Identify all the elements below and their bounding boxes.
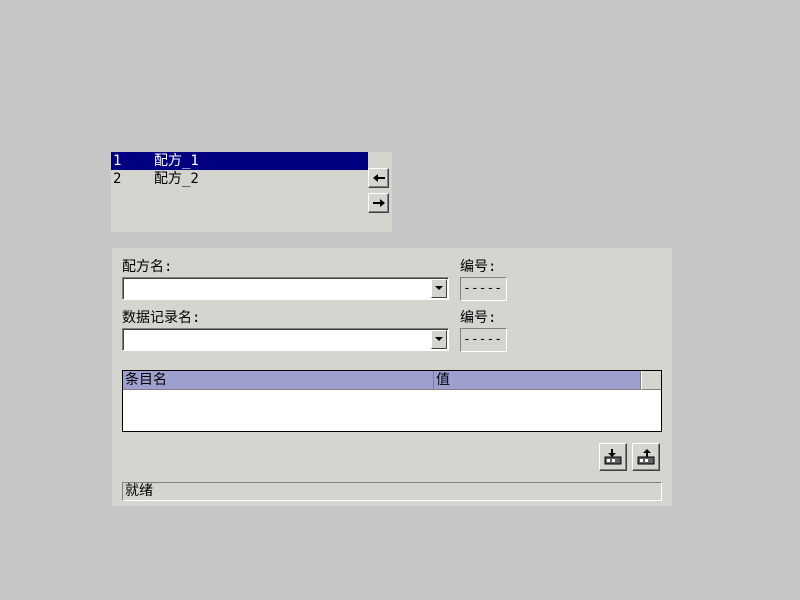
move-left-button[interactable] (368, 168, 389, 188)
column-header-value[interactable]: 值 (434, 371, 641, 390)
status-bar: 就绪 (122, 482, 662, 501)
recipe-item-name: 配方_1 (154, 153, 199, 169)
recipe-item-number: 2 (113, 171, 122, 187)
recipe-number-label: 编号: (460, 259, 497, 275)
recipe-item-name: 配方_2 (154, 171, 199, 187)
record-name-dropdown[interactable] (122, 328, 449, 351)
recipe-list-item[interactable]: 1 配方_1 (111, 152, 368, 170)
dropdown-button[interactable] (431, 330, 447, 349)
import-icon (604, 449, 622, 465)
arrow-right-icon (372, 199, 385, 207)
chevron-down-icon (435, 286, 443, 290)
record-number-label: 编号: (460, 310, 497, 326)
record-number-field: ----- (460, 328, 507, 352)
import-button[interactable] (599, 443, 627, 471)
recipe-number-field: ----- (460, 277, 507, 301)
recipe-list-panel: 1 配方_1 2 配方_2 (111, 152, 392, 232)
export-button[interactable] (632, 443, 660, 471)
export-icon (637, 449, 655, 465)
column-header-entry-name[interactable]: 条目名 (123, 371, 434, 390)
entry-table[interactable]: 条目名 值 (122, 370, 662, 432)
recipe-name-dropdown[interactable] (122, 277, 449, 300)
recipe-item-number: 1 (113, 153, 122, 169)
chevron-down-icon (435, 337, 443, 341)
arrow-left-icon (372, 174, 385, 182)
recipe-list-item[interactable]: 2 配方_2 (111, 170, 368, 188)
recipe-name-label: 配方名: (122, 259, 173, 275)
move-right-button[interactable] (368, 193, 389, 213)
record-name-label: 数据记录名: (122, 310, 201, 326)
column-header-spacer (641, 371, 661, 390)
recipe-view-panel: 配方名: 编号: ----- 数据记录名: 编号: ----- 条目名 值 就绪 (112, 248, 672, 506)
dropdown-button[interactable] (431, 279, 447, 298)
